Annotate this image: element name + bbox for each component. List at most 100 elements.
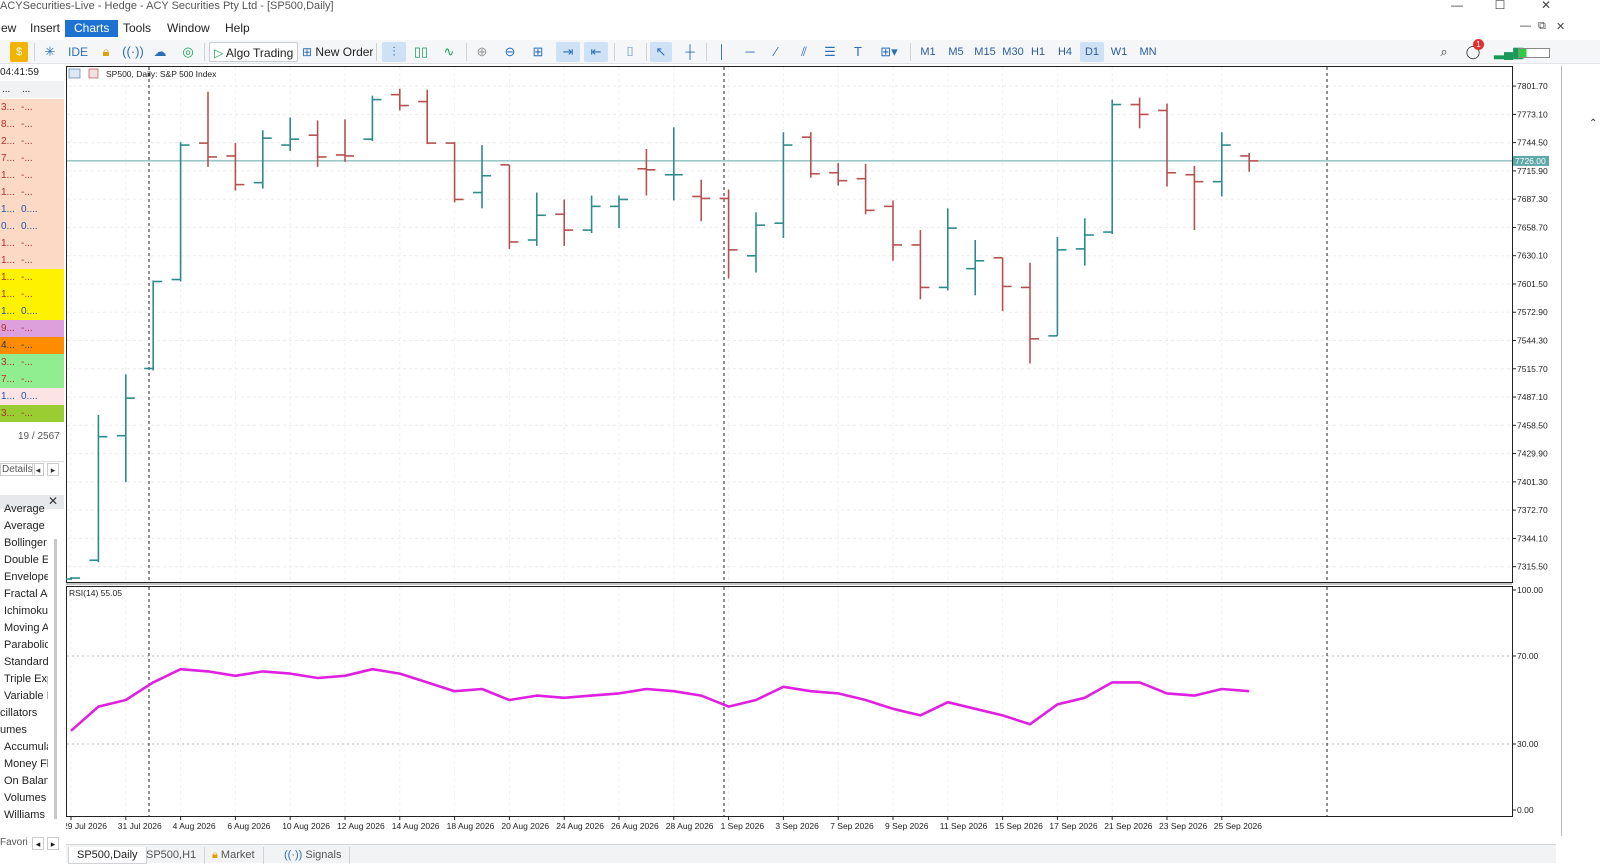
menu-help[interactable]: Help: [216, 20, 259, 37]
market-watch-row[interactable]: 3... -...: [0, 405, 64, 422]
market-watch-row[interactable]: 7... -...: [0, 371, 64, 388]
chevron-up-icon[interactable]: ⌃: [1589, 118, 1597, 129]
trendline-icon[interactable]: ⁄: [766, 42, 786, 62]
timeframe-m30[interactable]: M30: [998, 42, 1028, 62]
mdi-minimize-button[interactable]: —: [1520, 20, 1531, 32]
zoom-in-icon[interactable]: ⊕: [472, 42, 492, 62]
indicator-item[interactable]: Accumula: [4, 741, 48, 753]
vps-icon[interactable]: ◎: [178, 42, 198, 62]
tab-scroll-left[interactable]: ◂: [32, 837, 44, 850]
column-header-bid[interactable]: ...: [2, 81, 10, 98]
screenshot-icon[interactable]: ⌷: [620, 42, 640, 62]
new-order-button[interactable]: ⊞ New Order: [298, 42, 377, 62]
menu-charts[interactable]: Charts: [65, 20, 119, 37]
autoscroll-icon[interactable]: ⇥: [556, 42, 580, 62]
chart-canvas[interactable]: 7801.70 7773.10 7744.50 7715.90 7687.30 7658.…: [66, 66, 1552, 836]
tab-market[interactable]: 🔒︎ Market: [204, 847, 264, 864]
indicator-item[interactable]: Average D: [4, 520, 48, 532]
search-icon[interactable]: ⌕: [1434, 42, 1454, 62]
indicator-item[interactable]: On Balan: [4, 775, 48, 787]
cloud-icon[interactable]: ☁: [150, 42, 170, 62]
lock-icon[interactable]: 🔒︎: [96, 42, 116, 62]
indicator-item[interactable]: Fractal Ad: [4, 588, 48, 600]
crosshair-icon[interactable]: ┼: [680, 42, 700, 62]
tab-scroll-left[interactable]: ◂: [32, 463, 44, 476]
market-watch-row[interactable]: 4... -...: [0, 337, 64, 354]
tab-sp500-h1[interactable]: SP500,H1: [138, 847, 206, 864]
market-watch-row[interactable]: 2... -...: [0, 133, 64, 150]
horizontal-line-icon[interactable]: ─: [740, 42, 760, 62]
vertical-line-icon[interactable]: │: [712, 42, 732, 62]
zoom-out-icon[interactable]: ⊖: [500, 42, 520, 62]
tab-details[interactable]: Details: [0, 463, 35, 476]
expert-icon[interactable]: ✳: [40, 42, 60, 62]
mdi-restore-button[interactable]: ⧉: [1538, 20, 1546, 33]
candlestick-icon[interactable]: ▯▯: [410, 42, 432, 62]
timeframe-m15[interactable]: M15: [970, 42, 1000, 62]
maximize-button[interactable]: ☐: [1490, 0, 1510, 12]
market-watch-row[interactable]: 1... -...: [0, 167, 64, 184]
timeframe-h4[interactable]: H4: [1053, 42, 1077, 62]
chart-shift-icon[interactable]: ⇤: [584, 42, 608, 62]
market-watch-row[interactable]: 1... -...: [0, 252, 64, 269]
cursor-icon[interactable]: ↖: [650, 42, 672, 62]
indicator-item[interactable]: Envelopes: [4, 571, 48, 583]
market-watch-row[interactable]: 9... -...: [0, 320, 64, 337]
market-watch-row[interactable]: 7... -...: [0, 150, 64, 167]
navigator-category[interactable]: cillators: [0, 707, 44, 719]
indicator-item[interactable]: Williams: [4, 809, 48, 821]
tab-favorites[interactable]: Favori: [0, 837, 28, 848]
market-watch-row[interactable]: 1... -...: [0, 286, 64, 303]
indicator-item[interactable]: Average D: [4, 503, 48, 515]
menu-window[interactable]: Window: [158, 20, 219, 37]
market-watch-row[interactable]: 0... 0....: [0, 218, 64, 235]
timeframe-w1[interactable]: W1: [1107, 42, 1131, 62]
column-header-ask[interactable]: ...: [22, 81, 30, 98]
timeframe-m5[interactable]: M5: [943, 42, 969, 62]
indicator-item[interactable]: Standard: [4, 656, 48, 668]
market-watch-row[interactable]: 1... -...: [0, 269, 64, 286]
indicator-item[interactable]: Parabolic: [4, 639, 48, 651]
market-watch-row[interactable]: 1... 0....: [0, 388, 64, 405]
navigator-category[interactable]: umes: [0, 724, 44, 736]
timeframe-m1[interactable]: M1: [916, 42, 940, 62]
notifications-icon[interactable]: ◯ 1: [1462, 39, 1484, 62]
indicator-item[interactable]: Ichimoku: [4, 605, 48, 617]
menu-insert[interactable]: Insert: [21, 20, 69, 37]
indicator-item[interactable]: Bollinger: [4, 537, 48, 549]
close-icon[interactable]: ✕: [48, 494, 58, 508]
indicator-item[interactable]: Moving A: [4, 622, 48, 634]
timeframe-h1[interactable]: H1: [1026, 42, 1050, 62]
grid-icon[interactable]: ⊞: [528, 42, 548, 62]
indicator-item[interactable]: Money Fl: [4, 758, 48, 770]
tab-sp500-daily[interactable]: SP500,Daily: [68, 847, 147, 864]
algo-trading-button[interactable]: ▷ Algo Trading: [209, 42, 299, 62]
minimize-button[interactable]: —: [1447, 0, 1467, 12]
market-watch-row[interactable]: 1... -...: [0, 184, 64, 201]
market-watch-row[interactable]: 1... 0....: [0, 303, 64, 320]
tab-scroll-right[interactable]: ▸: [47, 837, 59, 850]
indicator-item[interactable]: Triple Exp: [4, 673, 48, 685]
tab-signals[interactable]: ((·)) Signals: [276, 847, 351, 864]
indicator-item[interactable]: Variable In: [4, 690, 48, 702]
tab-scroll-right[interactable]: ▸: [47, 463, 59, 476]
navigator-scrollbar[interactable]: [54, 539, 57, 819]
fibonacci-icon[interactable]: ☰: [820, 42, 840, 62]
market-watch-row[interactable]: 3... -...: [0, 354, 64, 371]
text-icon[interactable]: T: [848, 42, 868, 62]
chart-window[interactable]: 7801.70 7773.10 7744.50 7715.90 7687.30 7658.…: [66, 66, 1552, 836]
timeframe-mn[interactable]: MN: [1134, 42, 1162, 62]
market-watch-row[interactable]: 1... -...: [0, 235, 64, 252]
market-watch-row[interactable]: 3... -...: [0, 99, 64, 116]
signal-icon[interactable]: ((·)): [122, 42, 144, 62]
close-button[interactable]: ✕: [1536, 0, 1556, 12]
market-watch-row[interactable]: 1... 0....: [0, 201, 64, 218]
ide-button[interactable]: IDE: [64, 42, 92, 62]
bar-chart-icon[interactable]: ⫶: [382, 42, 406, 62]
shapes-icon[interactable]: ⊞▾: [874, 42, 904, 62]
timeframe-d1[interactable]: D1: [1080, 42, 1104, 62]
dollar-icon[interactable]: $: [10, 42, 28, 62]
indicator-item[interactable]: Volumes: [4, 792, 48, 804]
mdi-close-button[interactable]: ✕: [1556, 20, 1565, 33]
menu-tools[interactable]: Tools: [114, 20, 160, 37]
